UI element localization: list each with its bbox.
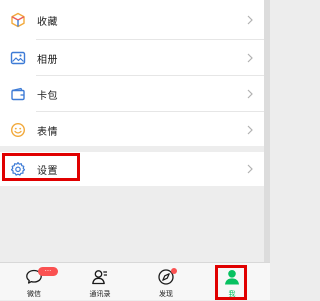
- new-content-dot: [171, 268, 177, 274]
- tab-label: 发现: [159, 290, 173, 298]
- menu-group-main: 收藏 相册 卡包 表情: [0, 0, 264, 146]
- menu-item-card-wallet[interactable]: 卡包: [0, 76, 264, 112]
- menu-item-favorites[interactable]: 收藏: [0, 0, 264, 40]
- menu-item-label: 设置: [37, 165, 58, 177]
- menu-item-emoji[interactable]: 表情: [0, 112, 264, 148]
- bottom-tab-bar: ··· 微信 通讯录 发现 我: [0, 262, 270, 300]
- tab-label: 通讯录: [89, 290, 111, 298]
- menu-item-label: 相册: [37, 54, 58, 66]
- tab-chats[interactable]: ··· 微信: [4, 263, 64, 301]
- chevron-right-icon: [246, 125, 254, 135]
- tab-contacts[interactable]: 通讯录: [70, 263, 130, 301]
- tab-me[interactable]: 我: [202, 263, 262, 301]
- menu-item-label: 卡包: [37, 90, 58, 102]
- menu-item-label: 收藏: [37, 16, 58, 28]
- favorites-cube-icon: [10, 12, 26, 28]
- scrollbar-track[interactable]: [264, 0, 270, 262]
- chevron-right-icon: [246, 89, 254, 99]
- menu-item-album[interactable]: 相册: [0, 40, 264, 76]
- album-picture-icon: [10, 50, 26, 66]
- tab-discover[interactable]: 发现: [136, 263, 196, 301]
- menu-item-settings[interactable]: 设置: [0, 152, 264, 186]
- me-page: 收藏 相册 卡包 表情 设置 ··· 微信 通讯录 发现 我: [0, 0, 270, 300]
- contacts-icon: [91, 268, 109, 286]
- menu-item-label: 表情: [37, 126, 58, 138]
- emoji-smile-icon: [10, 122, 26, 138]
- settings-gear-icon: [10, 161, 26, 177]
- menu-group-settings: 设置: [0, 152, 264, 186]
- card-wallet-icon: [10, 86, 26, 102]
- tab-label: 微信: [27, 290, 41, 298]
- person-icon: [223, 268, 241, 286]
- chevron-right-icon: [246, 164, 254, 174]
- chevron-right-icon: [246, 15, 254, 25]
- tab-label: 我: [228, 290, 236, 298]
- unread-badge: ···: [38, 267, 58, 276]
- chevron-right-icon: [246, 53, 254, 63]
